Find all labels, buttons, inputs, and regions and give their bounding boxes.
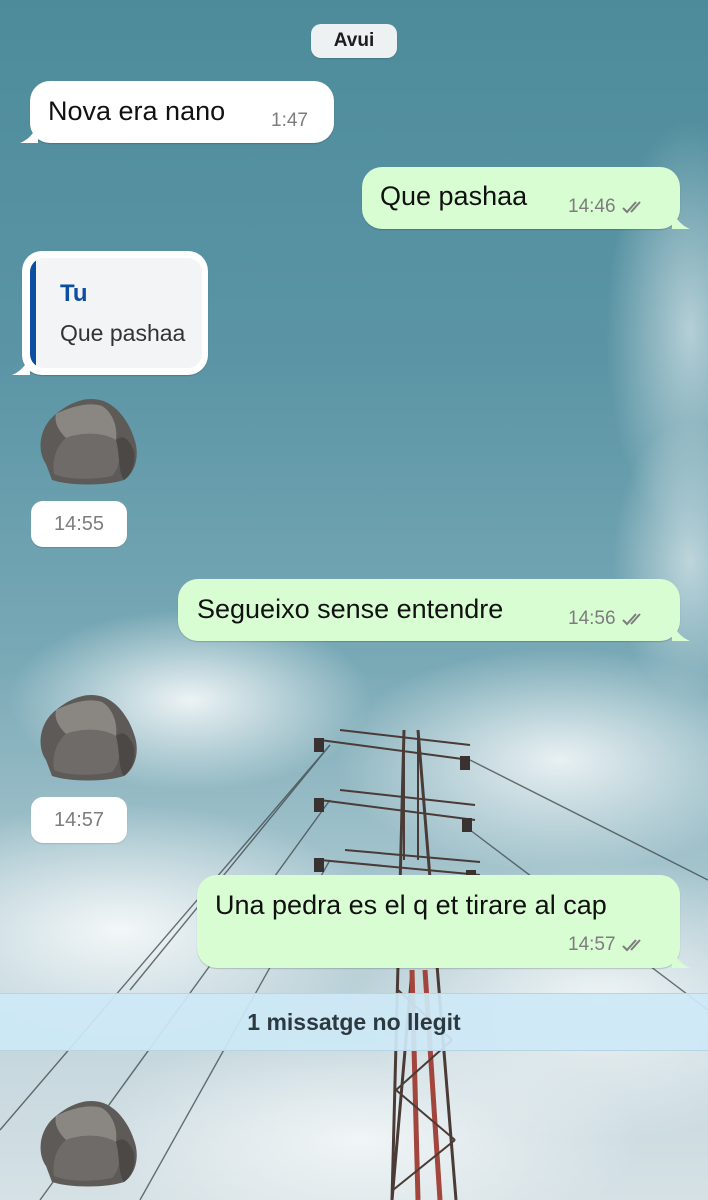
quote-text: Que pashaa xyxy=(60,320,186,346)
message-text: Nova era nano xyxy=(48,96,226,126)
message-incoming[interactable]: Nova era nano 1:47 xyxy=(20,81,334,143)
message-time: 1:47 xyxy=(271,110,308,131)
message-text: Que pashaa xyxy=(380,181,528,211)
message-meta: 14:57 xyxy=(568,934,648,956)
message-meta: 14:56 xyxy=(568,608,648,630)
message-time: 14:46 xyxy=(568,196,616,217)
chat-window: Avui Nova era nano 1:47 Que pashaa 14:46… xyxy=(0,0,708,1200)
message-outgoing[interactable]: Que pashaa 14:46 xyxy=(362,167,690,229)
message-meta: 14:46 xyxy=(568,196,648,218)
message-time: 14:56 xyxy=(568,608,616,629)
date-separator: Avui xyxy=(311,24,397,58)
quote-accent-bar xyxy=(30,258,36,368)
message-time: 14:57 xyxy=(568,934,616,955)
sticker-time: 14:57 xyxy=(31,797,127,843)
rock-sticker[interactable] xyxy=(32,392,142,488)
message-outgoing[interactable]: Una pedra es el q et tirare al cap 14:57 xyxy=(197,875,690,968)
double-check-icon xyxy=(621,201,641,214)
message-outgoing[interactable]: Segueixo sense entendre 14:56 xyxy=(178,579,690,641)
rock-sticker[interactable] xyxy=(32,1094,142,1190)
unread-messages-banner: 1 missatge no llegit xyxy=(0,993,708,1051)
sticker-time: 14:55 xyxy=(31,501,127,547)
double-check-icon xyxy=(621,613,641,626)
reply-quote[interactable]: Tu Que pashaa xyxy=(30,258,202,368)
rock-sticker[interactable] xyxy=(32,688,142,784)
message-text: Segueixo sense entendre xyxy=(197,594,504,624)
message-text: Una pedra es el q et tirare al cap xyxy=(215,890,607,920)
double-check-icon xyxy=(621,939,641,952)
quote-author: Tu xyxy=(60,280,88,307)
